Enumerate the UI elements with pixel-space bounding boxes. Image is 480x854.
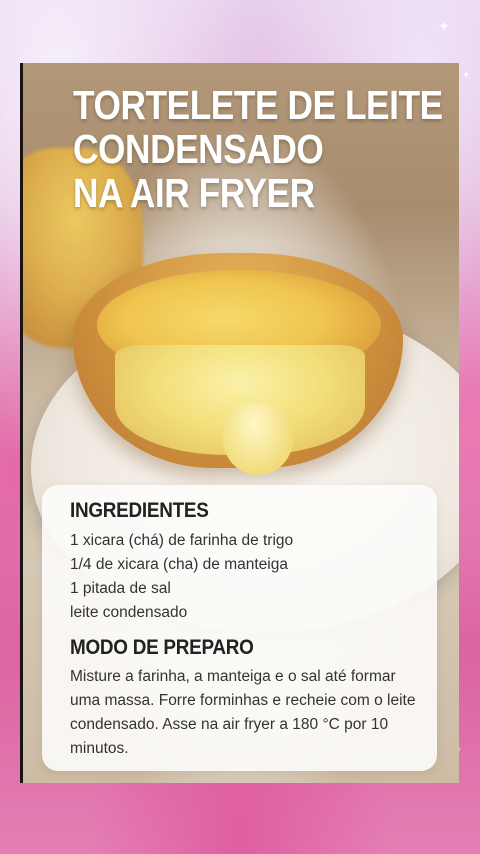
recipe-card: TORTELETE DE LEITE CONDENSADO NA AIR FRY… — [20, 63, 459, 783]
ingredient-item: 1 pitada de sal — [70, 580, 171, 597]
recipe-title: TORTELETE DE LEITE CONDENSADO NA AIR FRY… — [73, 83, 443, 215]
ingredient-item: 1 xicara (chá) de farinha de trigo — [70, 532, 294, 549]
title-line: CONDENSADO — [73, 126, 324, 172]
method-heading: MODO DE PREPARO — [70, 636, 254, 659]
sparkle-icon: ✦ — [438, 18, 450, 34]
ingredient-item: 1/4 de xicara (cha) de manteiga — [70, 556, 288, 573]
sparkle-icon: ✦ — [462, 70, 471, 81]
recipe-info-panel: INGREDIENTES 1 xicara (chá) de farinha d… — [42, 485, 437, 771]
title-line: TORTELETE DE LEITE — [73, 82, 443, 128]
filling-drip — [223, 403, 293, 475]
title-line: NA AIR FRYER — [73, 170, 315, 216]
method-text: Misture a farinha, a manteiga e o sal at… — [70, 668, 416, 757]
ingredient-item: leite condensado — [70, 604, 188, 621]
ingredients-heading: INGREDIENTES — [70, 499, 209, 522]
ingredients-list: 1 xicara (chá) de farinha de trigo 1/4 d… — [70, 529, 293, 625]
